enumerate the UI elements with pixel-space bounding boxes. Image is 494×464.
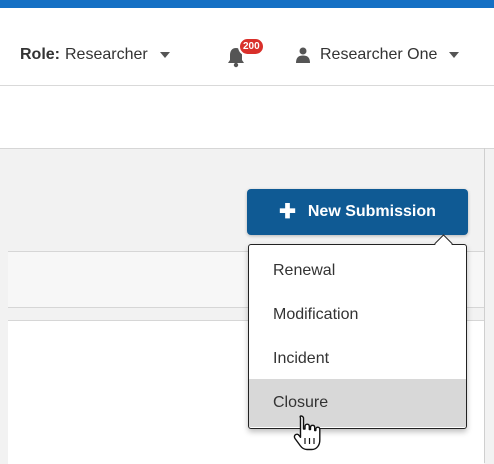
notification-badge: 200 — [238, 37, 265, 56]
user-name: Researcher One — [320, 46, 438, 63]
user-icon — [296, 47, 310, 63]
new-submission-label: New Submission — [307, 203, 436, 220]
user-menu[interactable]: Researcher One — [296, 46, 460, 64]
role-value: Researcher — [65, 46, 148, 63]
chevron-down-icon — [159, 52, 170, 58]
top-accent-bar — [0, 0, 494, 8]
role-selector[interactable]: Role: Researcher — [20, 46, 170, 64]
content-strip — [0, 86, 494, 148]
header: Role: Researcher 200 Researcher One — [0, 8, 494, 86]
menu-item-incident[interactable]: Incident — [249, 335, 466, 383]
role-label: Role: — [20, 46, 60, 63]
menu-item-modification[interactable]: Modification — [249, 291, 466, 339]
menu-item-closure[interactable]: Closure — [249, 379, 466, 427]
new-submission-button[interactable]: ✚ New Submission — [247, 189, 468, 235]
plus-icon: ✚ — [279, 201, 296, 223]
panel-border — [484, 148, 485, 463]
hand-pointer-icon — [293, 415, 321, 451]
chevron-down-icon — [449, 52, 460, 58]
menu-item-renewal[interactable]: Renewal — [249, 247, 466, 295]
new-submission-dropdown: Renewal Modification Incident Closure — [248, 234, 467, 429]
